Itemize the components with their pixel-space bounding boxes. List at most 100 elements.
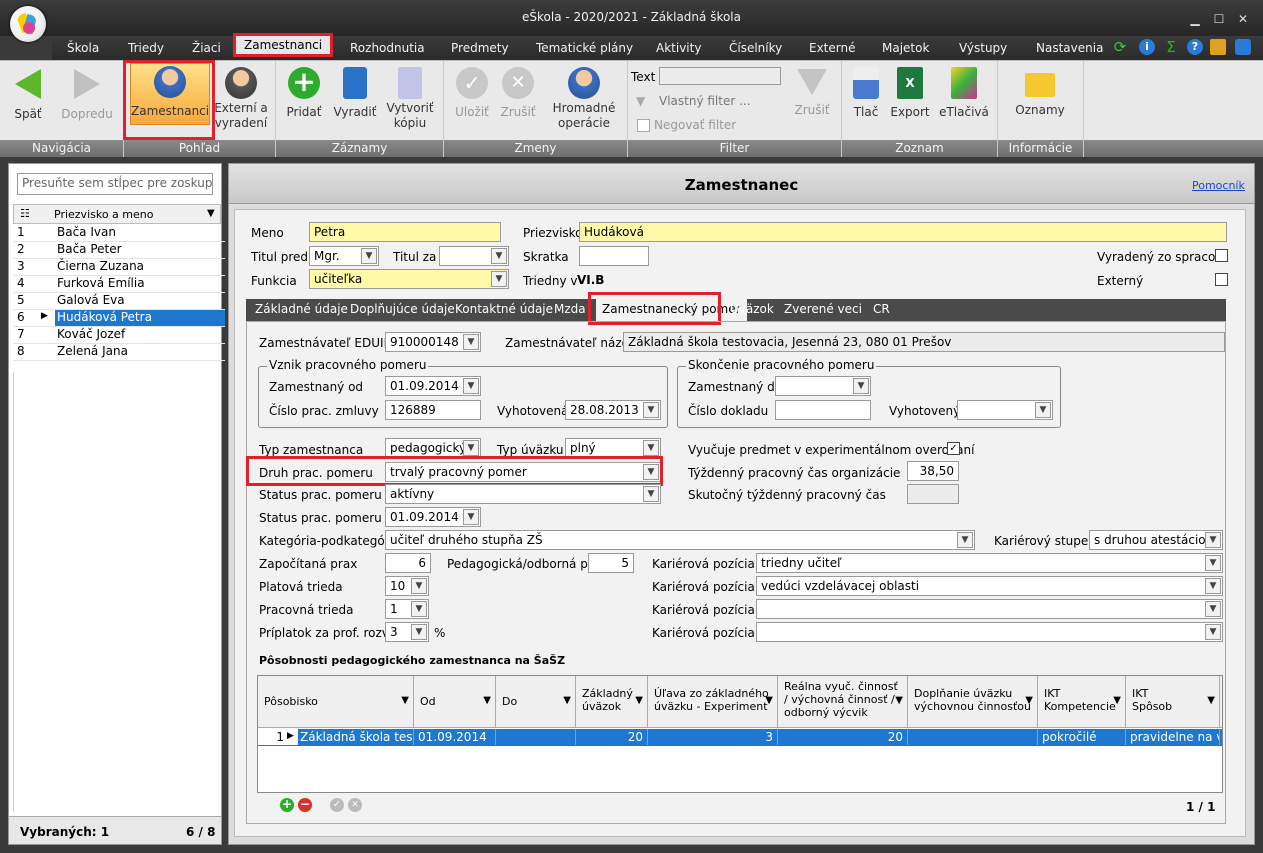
filter-cancel-button[interactable]: Zrušiť	[792, 65, 832, 118]
chevron-down-icon[interactable]: ▼	[853, 378, 869, 394]
menu-predmety[interactable]: Predmety	[451, 41, 509, 55]
header-do[interactable]: Do ▼	[496, 676, 576, 728]
cell-do[interactable]	[496, 729, 576, 745]
vyhotoveny-field[interactable]: ▼	[957, 400, 1053, 420]
funkcia-select[interactable]: učiteľka ▼	[309, 269, 509, 289]
karierova-pozicia-1-select[interactable]: triedny učiteľ ▼	[756, 553, 1223, 573]
cell-realna[interactable]: 20	[778, 729, 908, 745]
menu-vystupy[interactable]: Výstupy	[959, 41, 1007, 55]
external-view-button[interactable]: Externí a vyradení	[214, 65, 268, 131]
chevron-down-icon[interactable]: ▼	[463, 509, 479, 525]
cell-zakladny[interactable]: 20	[576, 729, 648, 745]
back-button[interactable]: Späť	[8, 65, 48, 122]
filter-icon[interactable]: ▼	[895, 694, 903, 707]
zapocitana-prax-field[interactable]: 6	[385, 553, 431, 573]
zamestnany-od-field[interactable]: 01.09.2014 ▼	[385, 376, 481, 396]
minimize-icon[interactable]: ▁	[1188, 12, 1202, 26]
column-chooser-icon[interactable]: ☷	[20, 207, 30, 220]
vyradeny-checkbox[interactable]	[1215, 249, 1228, 262]
chevron-down-icon[interactable]: ▼	[361, 248, 377, 264]
karierova-pozicia-4-select[interactable]: ▼	[756, 622, 1223, 642]
help-icon[interactable]: ?	[1187, 39, 1203, 55]
copy-button[interactable]: Vytvoriť kópiu	[384, 65, 436, 131]
cancel-row-icon[interactable]: ✕	[348, 798, 362, 812]
app-logo-icon[interactable]	[10, 6, 46, 42]
remote-icon[interactable]	[1235, 39, 1251, 55]
eduid-select[interactable]: 910000148 ▼	[385, 332, 481, 352]
list-item[interactable]: 1 Bača Ivan	[13, 225, 225, 242]
chevron-down-icon[interactable]: ▼	[643, 402, 659, 418]
menu-skola[interactable]: Škola	[67, 41, 99, 55]
platova-trieda-select[interactable]: 10 ▼	[385, 576, 429, 596]
eprint-button[interactable]: eTlačivá	[938, 65, 990, 120]
chevron-down-icon[interactable]: ▼	[411, 624, 427, 640]
filter-icon[interactable]: ▼	[401, 694, 409, 707]
table-row[interactable]: 1 ▶ Základná škola testo... 01.09.2014 2…	[258, 729, 1222, 746]
pracovna-trieda-select[interactable]: 1 ▼	[385, 599, 429, 619]
chevron-down-icon[interactable]: ▼	[411, 601, 427, 617]
chevron-down-icon[interactable]: ▼	[643, 440, 659, 456]
filter-text-input[interactable]	[659, 67, 781, 85]
tab-zverene-veci[interactable]: Zverené veci	[784, 302, 862, 316]
menu-tematicke-plany[interactable]: Tematické plány	[536, 41, 633, 55]
cislo-zmluvy-field[interactable]: 126889	[385, 400, 481, 420]
skratka-field[interactable]	[579, 246, 649, 266]
header-posobisko[interactable]: Pôsobisko ▼	[258, 676, 414, 728]
header-ikt-kompetencie[interactable]: IKT Kompetencie ▼	[1038, 676, 1126, 728]
header-ikt-sposob[interactable]: IKT Spôsob ▼	[1126, 676, 1220, 728]
remove-row-icon[interactable]: −	[298, 798, 312, 812]
info-icon[interactable]: i	[1139, 39, 1155, 55]
confirm-row-icon[interactable]: ✓	[330, 798, 344, 812]
export-button[interactable]: X Export	[888, 65, 932, 120]
menu-aktivity[interactable]: Aktivity	[656, 41, 701, 55]
toolbox-icon[interactable]	[1210, 39, 1226, 55]
karierova-pozicia-2-select[interactable]: vedúci vzdelávacej oblasti ▼	[756, 576, 1223, 596]
cislo-dokladu-field[interactable]	[775, 400, 871, 420]
add-button[interactable]: + Pridať	[284, 65, 324, 120]
experiment-checkbox[interactable]: ✓	[947, 442, 960, 455]
forward-button[interactable]: Dopredu	[60, 65, 114, 122]
filter-icon[interactable]: ▼	[207, 208, 215, 219]
cell-ikt-kompetencie[interactable]: pokročilé	[1038, 729, 1126, 745]
print-button[interactable]: Tlač	[848, 65, 884, 120]
chevron-down-icon[interactable]: ▼	[1205, 601, 1221, 617]
remove-button[interactable]: Vyradiť	[332, 65, 378, 120]
chevron-down-icon[interactable]: ▼	[491, 248, 507, 264]
meno-field[interactable]: Petra	[309, 222, 501, 242]
header-doplnanie[interactable]: Doplňanie úväzku výchovnou činnosťou ▼	[908, 676, 1038, 728]
menu-externe[interactable]: Externé	[809, 41, 855, 55]
titul-pred-select[interactable]: Mgr. ▼	[309, 246, 379, 266]
chevron-down-icon[interactable]: ▼	[1035, 402, 1051, 418]
group-by-drop-area[interactable]: Presuňte sem stĺpec pre zoskupo	[17, 173, 213, 195]
bulk-operations-button[interactable]: Hromadné operácie	[552, 65, 616, 131]
menu-rozhodnutia[interactable]: Rozhodnutia	[350, 41, 425, 55]
tab-cr[interactable]: CR	[873, 302, 890, 316]
chevron-down-icon[interactable]: ▼	[491, 271, 507, 287]
filter-icon[interactable]: ▼	[1025, 694, 1033, 707]
tab-kontaktne-udaje[interactable]: Kontaktné údaje	[455, 302, 553, 316]
add-row-icon[interactable]: +	[280, 798, 294, 812]
cell-doplnanie[interactable]	[908, 729, 1038, 745]
list-item-selected[interactable]: 6 ▶ Hudáková Petra	[13, 310, 225, 327]
menu-nastavenia[interactable]: Nastavenia	[1036, 41, 1103, 55]
list-item[interactable]: 5 Galová Eva	[13, 293, 225, 310]
maximize-icon[interactable]: ☐	[1212, 12, 1226, 26]
chevron-down-icon[interactable]: ▼	[957, 532, 973, 548]
list-item[interactable]: 3 Čierna Zuzana	[13, 259, 225, 276]
header-od[interactable]: Od ▼	[414, 676, 496, 728]
filter-icon[interactable]: ▼	[563, 694, 571, 707]
priezvisko-field[interactable]: Hudáková	[579, 222, 1227, 242]
chevron-down-icon[interactable]: ▼	[463, 378, 479, 394]
priplatok-select[interactable]: 3 ▼	[385, 622, 429, 642]
menu-majetok[interactable]: Majetok	[882, 41, 929, 55]
filter-icon[interactable]: ▼	[1207, 694, 1215, 707]
titul-za-select[interactable]: ▼	[439, 246, 509, 266]
chevron-down-icon[interactable]: ▼	[463, 440, 479, 456]
list-item[interactable]: 8 Zelená Jana	[13, 344, 225, 361]
refresh-icon[interactable]: ⟳	[1112, 39, 1128, 55]
chevron-down-icon[interactable]: ▼	[1205, 532, 1221, 548]
chevron-down-icon[interactable]: ▼	[411, 578, 427, 594]
menu-triedy[interactable]: Triedy	[128, 41, 164, 55]
karierova-pozicia-3-select[interactable]: ▼	[756, 599, 1223, 619]
menu-ciselniky[interactable]: Číselníky	[729, 41, 782, 55]
